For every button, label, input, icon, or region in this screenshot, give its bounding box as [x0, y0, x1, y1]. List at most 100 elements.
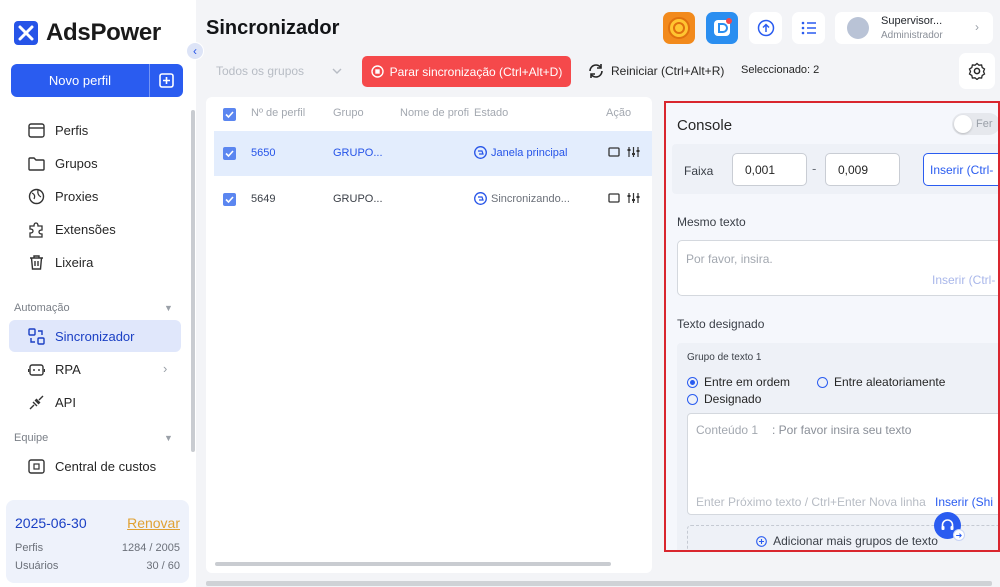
sidebar: AdsPower Novo perfil Perfis Grupos Proxi…: [0, 0, 196, 587]
sidebar-item-label: Proxies: [55, 188, 99, 204]
globe-icon: [28, 188, 45, 204]
content-placeholder: : Por favor insira seu texto: [772, 423, 912, 437]
sidebar-item-central-de-custos[interactable]: Central de custos: [9, 450, 181, 482]
console-toggle[interactable]: Fer: [952, 113, 998, 135]
same-text-insert-button[interactable]: Inserir (Ctrl-: [932, 273, 995, 287]
settings-button[interactable]: [959, 53, 995, 89]
support-app-icon[interactable]: [706, 12, 738, 44]
range-label: Faixa: [684, 164, 714, 178]
range-separator: -: [812, 161, 817, 176]
user-menu[interactable]: Supervisor... Administrador ›: [835, 12, 993, 44]
same-text-label: Mesmo texto: [677, 215, 746, 229]
folder-icon: [28, 156, 45, 171]
batch-add-icon[interactable]: [150, 73, 183, 88]
range-insert-button[interactable]: Inserir (Ctrl-: [923, 153, 998, 186]
radio-enter-randomly[interactable]: Entre aleatoriamente: [817, 375, 945, 389]
headset-icon: [941, 519, 954, 530]
radio-enter-in-order[interactable]: Entre em ordem: [687, 375, 790, 389]
page-horizontal-scrollbar[interactable]: [206, 581, 992, 586]
sliders-icon[interactable]: [627, 146, 640, 158]
range-min-input[interactable]: 0,001: [732, 153, 807, 186]
sync-status-icon: [474, 146, 487, 159]
same-text-input[interactable]: Por favor, insira. Inserir (Ctrl-: [677, 240, 998, 296]
table-row[interactable]: 5649 GRUPO... Sincronizando...: [214, 177, 652, 222]
upload-icon: [757, 19, 774, 37]
row-checkbox[interactable]: [223, 193, 236, 206]
table-horizontal-scrollbar[interactable]: [215, 562, 611, 566]
help-chat-button[interactable]: ➜: [934, 512, 965, 541]
stop-sync-button[interactable]: Parar sincronização (Ctrl+Alt+D): [362, 56, 571, 87]
profile-state-label: Janela principal: [491, 146, 568, 159]
plan-users-value: 30 / 60: [146, 560, 180, 572]
new-profile-button[interactable]: Novo perfil: [11, 64, 183, 97]
row-checkbox[interactable]: [223, 147, 236, 160]
sidebar-item-sincronizador[interactable]: Sincronizador: [9, 320, 181, 352]
section-team: Equipe: [14, 432, 49, 444]
chevron-down-icon[interactable]: ▼: [164, 303, 173, 313]
renew-link[interactable]: Renovar: [127, 515, 180, 531]
chevron-down-icon: [332, 68, 342, 74]
content-insert-button[interactable]: Inserir (Shi: [935, 495, 993, 509]
selected-count: Seleccionado: 2: [741, 64, 820, 76]
collapse-sidebar-button[interactable]: ‹: [186, 42, 204, 60]
restart-button[interactable]: Reiniciar (Ctrl+Alt+R): [587, 57, 724, 85]
table-row[interactable]: 5650 GRUPO... Janela principal: [214, 131, 652, 176]
sidebar-item-rpa[interactable]: RPA ›: [9, 353, 181, 385]
column-header[interactable]: Nome de profi: [400, 107, 469, 119]
puzzle-icon: [29, 221, 43, 238]
sidebar-scrollbar[interactable]: [191, 110, 195, 452]
plan-users-label: Usuários: [15, 560, 59, 572]
browser-window-icon: [28, 122, 45, 138]
logo: AdsPower: [14, 19, 161, 47]
window-icon[interactable]: [608, 147, 620, 157]
chevron-right-icon: ›: [163, 361, 168, 376]
profile-id[interactable]: 5649: [251, 193, 275, 205]
brand-name: AdsPower: [46, 19, 161, 46]
sidebar-item-proxies[interactable]: Proxies: [9, 180, 181, 212]
adspower-logo-icon: [14, 21, 38, 45]
column-header[interactable]: Nº de perfil: [251, 107, 305, 119]
sidebar-item-grupos[interactable]: Grupos: [9, 147, 181, 179]
sidebar-item-label: RPA: [55, 361, 81, 377]
sync-windows-icon: [28, 327, 45, 345]
list-icon: [801, 21, 816, 35]
toggle-knob: [954, 115, 972, 133]
group-select[interactable]: Todos os grupos: [206, 57, 354, 85]
column-header[interactable]: Ação: [606, 107, 631, 119]
profile-id[interactable]: 5650: [251, 147, 275, 159]
text-group-title: Grupo de texto 1: [687, 352, 762, 363]
page-title: Sincronizador: [206, 17, 340, 39]
column-header[interactable]: Estado: [474, 107, 508, 119]
user-name: Supervisor...: [881, 15, 943, 27]
select-all-checkbox[interactable]: [223, 108, 236, 121]
profile-state-label: Sincronizando...: [491, 192, 570, 205]
content-input[interactable]: Conteúdo 1 : Por favor insira seu texto …: [687, 413, 998, 515]
stop-sync-label: Parar sincronização (Ctrl+Alt+D): [389, 64, 563, 79]
content-label: Conteúdo 1: [696, 423, 759, 437]
sidebar-item-perfis[interactable]: Perfis: [9, 114, 181, 146]
sliders-icon[interactable]: [627, 192, 640, 204]
user-role: Administrador: [881, 30, 943, 41]
gear-icon: [968, 62, 986, 80]
chevron-down-icon[interactable]: ▼: [164, 433, 173, 443]
radio-label: Entre aleatoriamente: [834, 375, 946, 389]
radio-designated[interactable]: Designado: [687, 392, 761, 406]
task-list-button[interactable]: [792, 12, 825, 44]
stop-icon: [370, 65, 384, 78]
column-header[interactable]: Grupo: [333, 107, 364, 119]
restart-label: Reiniciar (Ctrl+Alt+R): [611, 64, 725, 78]
sidebar-item-api[interactable]: API: [9, 386, 181, 418]
window-icon[interactable]: [608, 193, 620, 203]
sidebar-item-lixeira[interactable]: Lixeira: [9, 246, 181, 278]
wallet-icon: [28, 458, 45, 474]
profile-state: Janela principal: [474, 146, 567, 159]
upload-button[interactable]: [749, 12, 782, 44]
robot-icon: [28, 363, 45, 376]
range-max-input[interactable]: 0,009: [825, 153, 900, 186]
sidebar-item-label: Grupos: [55, 155, 98, 171]
radio-selected-icon: [687, 376, 698, 388]
avatar: [847, 17, 869, 39]
radio-icon: [817, 376, 828, 388]
sidebar-item-extensoes[interactable]: Extensões: [9, 213, 181, 245]
coin-app-icon[interactable]: [663, 12, 695, 44]
